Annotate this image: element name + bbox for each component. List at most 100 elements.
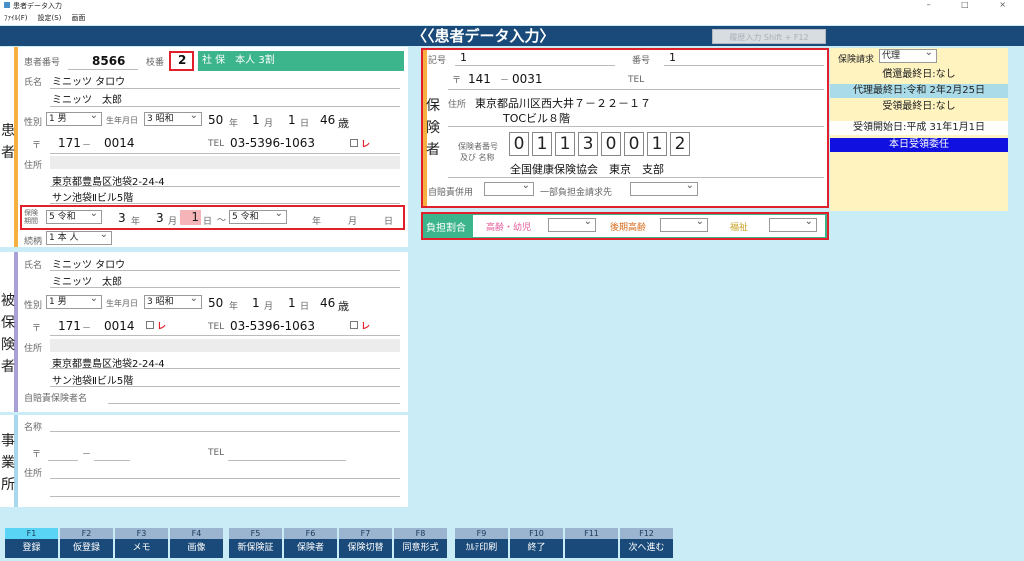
ins-digit-4[interactable]: 3	[578, 132, 598, 156]
insured-sex-select[interactable]: 1 男	[46, 293, 102, 309]
ins-digit-8[interactable]: 2	[670, 132, 690, 156]
history-input-button[interactable]: 履歴入力 Shift + F12	[712, 29, 826, 44]
patient-zip2[interactable]: 0014	[104, 136, 135, 150]
f5-new-card-button[interactable]: F5 新保険証	[229, 528, 282, 558]
workplace-name-label: 名称	[24, 423, 43, 433]
insured-kana[interactable]: ミニッツ タロウ	[52, 256, 125, 271]
f7-switch-button[interactable]: F7 保険切替	[339, 528, 392, 558]
receive-last: 受領最終日:なし	[830, 100, 1008, 114]
insured-zip-checkbox[interactable]	[146, 321, 154, 329]
request-select[interactable]: 代理	[879, 47, 937, 63]
patient-kanji[interactable]: ミニッツ 太郎	[52, 91, 122, 106]
window-title: 患者データ入力	[13, 2, 62, 10]
window-controls[interactable]: – □ ×	[927, 0, 1020, 9]
insured-day-unit: 日	[300, 302, 310, 312]
insured-zip1[interactable]: 171	[58, 319, 81, 333]
patient-tel[interactable]: 03-5396-1063	[230, 136, 315, 150]
welfare-select[interactable]	[769, 216, 817, 232]
patient-year-unit: 年	[229, 119, 239, 129]
insurance-badge: 社 保 本人 3割	[198, 51, 404, 71]
patient-checkbox[interactable]	[350, 139, 358, 147]
menu-screen[interactable]: 画面	[71, 14, 85, 22]
patient-kana[interactable]: ミニッツ タロウ	[52, 73, 125, 88]
elderly-child-select[interactable]	[548, 216, 596, 232]
period-day-field[interactable]: 1	[180, 210, 201, 225]
ins-digit-7[interactable]: 1	[647, 132, 667, 156]
f4-image-button[interactable]: F4 画像	[170, 528, 223, 558]
f1-register-button[interactable]: F1 登録	[5, 528, 58, 558]
page-title: 〈〈患者データ入力〉	[412, 27, 555, 45]
insurer-zip1[interactable]: 141	[468, 72, 491, 86]
f2-provisional-button[interactable]: F2 仮登録	[60, 528, 113, 558]
f12-next-button[interactable]: F12 次へ進む	[620, 528, 673, 558]
patient-zip-mark: 〒	[32, 141, 42, 151]
insurer-zip2[interactable]: 0031	[512, 72, 543, 86]
ins-digit-6[interactable]: 0	[624, 132, 644, 156]
f6-insurer-button[interactable]: F6 保険者	[284, 528, 337, 558]
insured-birth-month[interactable]: 1	[252, 296, 260, 310]
period-era-select[interactable]: 5 令和	[46, 208, 102, 224]
number-line	[664, 65, 824, 66]
insured-section-label: 被保険者	[1, 293, 15, 375]
patient-zip1[interactable]: 171	[58, 136, 81, 150]
patient-sex-select[interactable]: 1 男	[46, 110, 102, 126]
menu-settings[interactable]: 設定(S)	[38, 14, 62, 22]
branch-no[interactable]: 2	[178, 53, 186, 67]
patient-era-select[interactable]: 3 昭和	[144, 110, 202, 126]
ins-digit-3[interactable]: 1	[555, 132, 575, 156]
period-month-unit: 月	[168, 217, 178, 227]
insurer-name-line	[448, 177, 824, 178]
f3-memo-button[interactable]: F3 メモ	[115, 528, 168, 558]
repay-last: 償還最終日:なし	[830, 68, 1008, 82]
symbol-line	[455, 65, 615, 66]
late-elderly-label: 後期高齢	[610, 223, 647, 233]
f10-exit-button[interactable]: F10 終了	[510, 528, 563, 558]
insurer-addr1[interactable]: 東京都品川区西大井７－２２－１７	[475, 95, 651, 111]
insured-kanji[interactable]: ミニッツ 太郎	[52, 273, 122, 288]
patient-birth-day[interactable]: 1	[288, 113, 296, 127]
partial-label: 一部負担金請求先	[540, 188, 613, 198]
insured-zip2[interactable]: 0014	[104, 319, 135, 333]
branch-label: 枝番	[146, 58, 165, 68]
late-elderly-select[interactable]	[660, 216, 708, 232]
insured-addr1-line	[50, 368, 400, 369]
partial-select[interactable]	[630, 180, 698, 196]
insured-birth-year[interactable]: 50	[208, 296, 223, 310]
ins-digit-5[interactable]: 0	[601, 132, 621, 156]
patient-addr2[interactable]: サン池袋Ⅱビル5階	[52, 189, 133, 204]
self-combo-select[interactable]	[484, 180, 534, 196]
patient-tel-label: TEL	[208, 139, 225, 149]
f8-consent-button[interactable]: F8 同意形式	[394, 528, 447, 558]
patient-no[interactable]: 8566	[92, 54, 125, 68]
patient-birth-month[interactable]: 1	[252, 113, 260, 127]
insurer-zip-dash: －	[500, 76, 510, 86]
number-value[interactable]: 1	[669, 51, 676, 64]
insurer-tel-label: TEL	[628, 75, 645, 85]
f9-print-button[interactable]: F9 ｶﾙﾃ印刷	[455, 528, 508, 558]
proxy-last: 代理最終日:令和 2年2月25日	[830, 84, 1008, 98]
ins-digit-2[interactable]: 1	[532, 132, 552, 156]
insurer-name[interactable]: 全国健康保険協会 東京 支部	[510, 161, 664, 177]
insured-checkbox[interactable]	[350, 321, 358, 329]
period-month[interactable]: 3	[156, 211, 164, 225]
patient-age: 46	[320, 113, 336, 127]
window-titlebar: 患者データ入力	[0, 0, 1024, 12]
insured-birth-label: 生年月日	[106, 299, 138, 308]
symbol-value[interactable]: 1	[460, 51, 467, 64]
insured-tel-line	[50, 335, 400, 336]
insured-zip-check-mark: レ	[157, 322, 167, 332]
insurer-addr2[interactable]: TOCビル８階	[503, 110, 570, 126]
relation-select[interactable]: 1 本 人	[46, 229, 112, 245]
workplace-zip-dash: －	[82, 450, 92, 460]
menu-file[interactable]: ﾌｧｲﾙ(F)	[4, 14, 28, 22]
f11-button[interactable]: F11	[565, 528, 618, 558]
ins-digit-1[interactable]: 0	[509, 132, 529, 156]
patient-birth-year[interactable]: 50	[208, 113, 223, 127]
period-end-era-select[interactable]: 5 令和	[229, 208, 287, 224]
insured-addr2[interactable]: サン池袋Ⅱビル5階	[52, 372, 133, 387]
insured-tel[interactable]: 03-5396-1063	[230, 319, 315, 333]
period-year[interactable]: 3	[118, 211, 126, 225]
insured-birth-day[interactable]: 1	[288, 296, 296, 310]
insured-era-select[interactable]: 3 昭和	[144, 293, 202, 309]
patient-addr1-line	[50, 186, 400, 187]
